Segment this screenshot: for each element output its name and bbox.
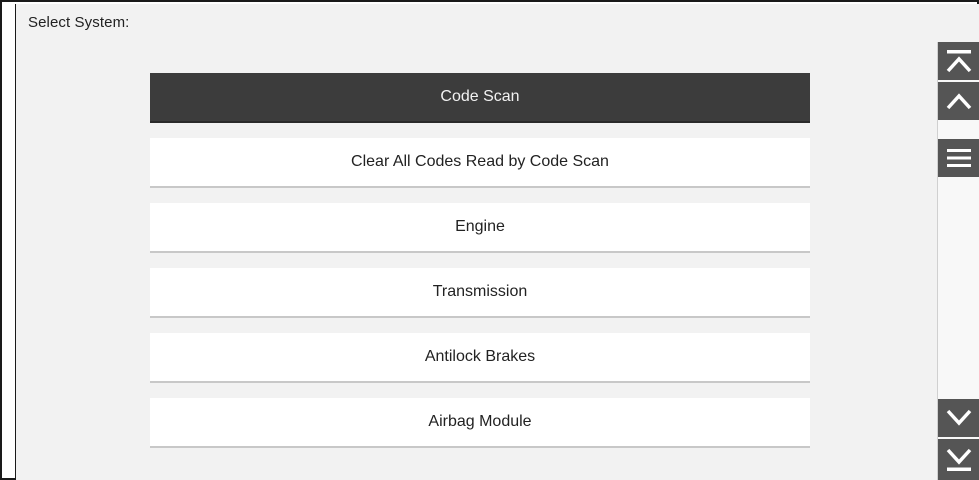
scrollbar[interactable] <box>937 42 979 480</box>
menu-item-clear-all-codes[interactable]: Clear All Codes Read by Code Scan <box>150 138 810 188</box>
scroll-down-button[interactable] <box>938 399 979 437</box>
scroll-thumb-icon <box>946 149 971 167</box>
scroll-thumb[interactable] <box>938 139 979 177</box>
device-frame: Select System: Code Scan Clear All Codes… <box>0 0 979 480</box>
scroll-top-button[interactable] <box>938 42 979 80</box>
scroll-down-icon <box>946 409 971 426</box>
menu-item-engine[interactable]: Engine <box>150 203 810 253</box>
scroll-up-button[interactable] <box>938 82 979 120</box>
menu-item-airbag-module[interactable]: Airbag Module <box>150 398 810 448</box>
menu-item-transmission[interactable]: Transmission <box>150 268 810 318</box>
menu-item-antilock-brakes[interactable]: Antilock Brakes <box>150 333 810 383</box>
scroll-bottom-button[interactable] <box>938 439 979 480</box>
scroll-top-icon <box>946 50 971 73</box>
screen: Select System: Code Scan Clear All Codes… <box>15 4 979 480</box>
scroll-up-icon <box>946 93 971 110</box>
scroll-bottom-icon <box>946 448 971 471</box>
menu-item-code-scan[interactable]: Code Scan <box>150 73 810 123</box>
system-menu: Code Scan Clear All Codes Read by Code S… <box>150 73 810 463</box>
page-title: Select System: <box>28 14 130 31</box>
